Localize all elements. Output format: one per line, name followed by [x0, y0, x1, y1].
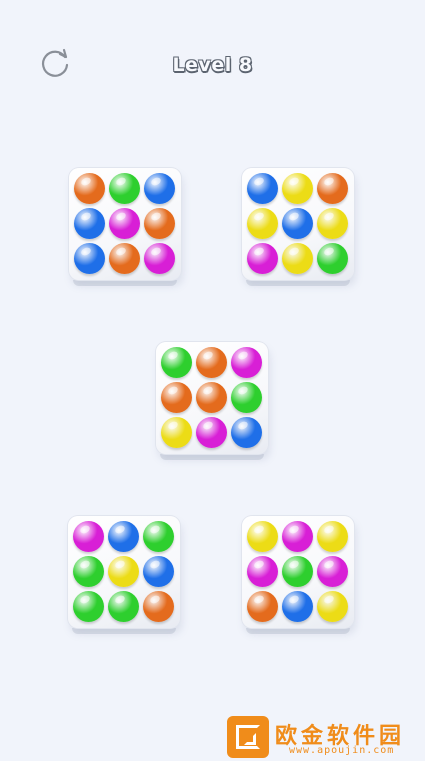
magenta-ball[interactable] — [144, 243, 175, 274]
yellow-ball[interactable] — [247, 521, 278, 552]
magenta-ball[interactable] — [231, 347, 262, 378]
magenta-ball[interactable] — [247, 556, 278, 587]
tray-top-left[interactable] — [69, 168, 181, 286]
orange-ball[interactable] — [144, 208, 175, 239]
blue-ball[interactable] — [74, 208, 105, 239]
watermark-mark-icon — [227, 716, 269, 758]
blue-ball[interactable] — [231, 417, 262, 448]
yellow-ball[interactable] — [317, 591, 348, 622]
green-ball[interactable] — [282, 556, 313, 587]
orange-ball[interactable] — [161, 382, 192, 413]
yellow-ball[interactable] — [317, 521, 348, 552]
tray-top-right[interactable] — [242, 168, 354, 286]
tray-middle[interactable] — [156, 342, 268, 460]
orange-ball[interactable] — [196, 347, 227, 378]
level-title: Level 8 — [172, 54, 253, 76]
tray-bottom-left[interactable] — [68, 516, 180, 634]
yellow-ball[interactable] — [161, 417, 192, 448]
magenta-ball[interactable] — [109, 208, 140, 239]
magenta-ball[interactable] — [73, 521, 104, 552]
blue-ball[interactable] — [247, 173, 278, 204]
yellow-ball[interactable] — [108, 556, 139, 587]
magenta-ball[interactable] — [247, 243, 278, 274]
blue-ball[interactable] — [282, 591, 313, 622]
orange-ball[interactable] — [196, 382, 227, 413]
orange-ball[interactable] — [143, 591, 174, 622]
green-ball[interactable] — [231, 382, 262, 413]
orange-ball[interactable] — [247, 591, 278, 622]
watermark-url: www.apoujin.com — [289, 745, 395, 756]
green-ball[interactable] — [108, 591, 139, 622]
tray-bottom-right[interactable] — [242, 516, 354, 634]
orange-ball[interactable] — [109, 243, 140, 274]
green-ball[interactable] — [73, 556, 104, 587]
blue-ball[interactable] — [143, 556, 174, 587]
magenta-ball[interactable] — [282, 521, 313, 552]
magenta-ball[interactable] — [317, 556, 348, 587]
blue-ball[interactable] — [144, 173, 175, 204]
orange-ball[interactable] — [74, 173, 105, 204]
blue-ball[interactable] — [108, 521, 139, 552]
blue-ball[interactable] — [74, 243, 105, 274]
yellow-ball[interactable] — [282, 243, 313, 274]
magenta-ball[interactable] — [196, 417, 227, 448]
green-ball[interactable] — [109, 173, 140, 204]
green-ball[interactable] — [143, 521, 174, 552]
watermark-logo: 欧金软件园 www.apoujin.com — [225, 712, 425, 761]
green-ball[interactable] — [317, 243, 348, 274]
yellow-ball[interactable] — [317, 208, 348, 239]
yellow-ball[interactable] — [282, 173, 313, 204]
blue-ball[interactable] — [282, 208, 313, 239]
green-ball[interactable] — [73, 591, 104, 622]
green-ball[interactable] — [161, 347, 192, 378]
yellow-ball[interactable] — [247, 208, 278, 239]
orange-ball[interactable] — [317, 173, 348, 204]
